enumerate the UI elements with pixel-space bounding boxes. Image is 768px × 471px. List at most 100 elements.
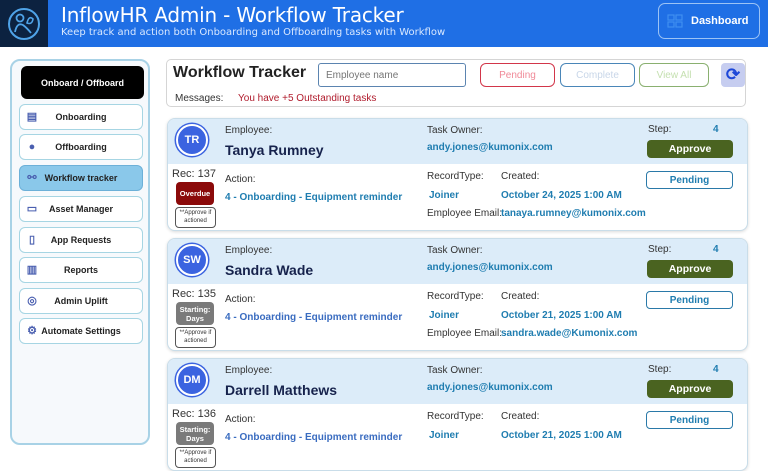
step-value: 4 xyxy=(713,124,719,135)
pending-status-button[interactable]: Pending xyxy=(646,171,733,189)
status-badge: Starting: Days xyxy=(176,422,214,445)
messages-text: You have +5 Outstanding tasks xyxy=(238,93,377,104)
filter-view-all-button[interactable]: View All xyxy=(639,63,709,87)
report-icon: ▥ xyxy=(26,264,38,276)
refresh-icon: ⟳ xyxy=(725,65,741,84)
pending-status-button[interactable]: Pending xyxy=(646,291,733,309)
sidebar-item-label: App Requests xyxy=(50,235,112,245)
sidebar-item-onboarding[interactable]: ▤ Onboarding xyxy=(19,104,143,130)
sidebar-item-admin-uplift[interactable]: ◎ Admin Uplift xyxy=(19,288,143,314)
action-link[interactable]: 4 - Onboarding - Equipment reminder xyxy=(225,192,402,203)
filter-complete-button[interactable]: Complete xyxy=(560,63,635,87)
workflow-icon: ⚯ xyxy=(27,172,37,184)
step-label: Step: xyxy=(648,124,672,135)
task-owner-email[interactable]: andy.jones@kumonix.com xyxy=(427,382,553,393)
employee-name: Tanya Rumney xyxy=(225,142,324,158)
employee-search-input[interactable] xyxy=(318,63,466,87)
inflowhr-logo-icon xyxy=(8,7,40,40)
sidebar-item-label: Onboarding xyxy=(55,112,107,122)
devices-icon: ▭ xyxy=(26,203,38,215)
toolbar: Workflow Tracker Pending Complete View A… xyxy=(166,59,746,107)
created-label: Created: xyxy=(501,411,540,422)
record-type-label: RecordType: xyxy=(427,411,484,422)
employee-email-value[interactable]: sandra.wade@Kumonix.com xyxy=(501,328,637,339)
approve-button[interactable]: Approve xyxy=(647,260,733,278)
sidebar-item-reports[interactable]: ▥ Reports xyxy=(19,257,143,283)
approve-note: **Approve if actioned xyxy=(175,327,216,348)
refresh-button[interactable]: ⟳ xyxy=(721,63,745,87)
task-owner-email[interactable]: andy.jones@kumonix.com xyxy=(427,142,553,153)
sidebar-item-label: Admin Uplift xyxy=(54,296,108,306)
status-badge: Overdue xyxy=(176,182,214,205)
messages-label: Messages: xyxy=(175,93,224,104)
record-type-value: Joiner xyxy=(429,190,460,201)
app-icon: ▯ xyxy=(28,234,36,246)
app-header: InflowHR Admin - Workflow Tracker Keep t… xyxy=(0,0,768,47)
dashboard-label: Dashboard xyxy=(691,15,749,27)
gear-icon: ⚙ xyxy=(27,325,37,337)
admin-icon: ◎ xyxy=(27,295,37,307)
workflow-card: DM Employee: Darrell Matthews Task Owner… xyxy=(167,358,748,471)
approve-note: **Approve if actioned xyxy=(175,207,216,228)
sidebar-item-label: Workflow tracker xyxy=(44,173,118,183)
sidebar: Onboard / Offboard ▤ Onboarding ● Offboard… xyxy=(10,59,150,445)
created-label: Created: xyxy=(501,171,540,182)
task-owner-label: Task Owner: xyxy=(427,365,483,376)
action-label: Action: xyxy=(225,294,256,305)
user-remove-icon: ● xyxy=(28,141,36,153)
sidebar-item-label: Offboarding xyxy=(55,142,107,152)
employee-label: Employee: xyxy=(225,365,273,376)
created-value: October 21, 2025 1:00 AM xyxy=(501,310,622,321)
status-badge: Starting: Days xyxy=(176,302,214,325)
sidebar-item-asset-manager[interactable]: ▭ Asset Manager xyxy=(19,196,143,222)
record-number: Rec: 135 xyxy=(172,288,217,300)
action-link[interactable]: 4 - Onboarding - Equipment reminder xyxy=(225,432,402,443)
sidebar-item-app-requests[interactable]: ▯ App Requests xyxy=(19,227,143,253)
created-value: October 24, 2025 1:00 AM xyxy=(501,190,622,201)
workflow-card: TR Employee: Tanya Rumney Task Owner: an… xyxy=(167,118,748,231)
page-title: Workflow Tracker xyxy=(173,64,307,81)
step-value: 4 xyxy=(713,244,719,255)
employee-label: Employee: xyxy=(225,245,273,256)
dashboard-button[interactable]: Dashboard xyxy=(658,3,760,39)
created-value: October 21, 2025 1:00 AM xyxy=(501,430,622,441)
sidebar-item-label: Asset Manager xyxy=(48,204,114,214)
action-link[interactable]: 4 - Onboarding - Equipment reminder xyxy=(225,312,402,323)
step-value: 4 xyxy=(713,364,719,375)
app-subtitle: Keep track and action both Onboarding an… xyxy=(61,27,446,38)
step-label: Step: xyxy=(648,244,672,255)
employee-email-label: Employee Email: xyxy=(427,328,503,339)
sidebar-item-workflow-tracker[interactable]: ⚯ Workflow tracker xyxy=(19,165,143,191)
record-type-label: RecordType: xyxy=(427,291,484,302)
employee-label: Employee: xyxy=(225,125,273,136)
workflow-card: SW Employee: Sandra Wade Task Owner: and… xyxy=(167,238,748,351)
app-title: InflowHR Admin - Workflow Tracker xyxy=(61,3,404,27)
task-owner-email[interactable]: andy.jones@kumonix.com xyxy=(427,262,553,273)
employee-name: Sandra Wade xyxy=(225,262,314,278)
created-label: Created: xyxy=(501,291,540,302)
sidebar-item-label: Automate Settings xyxy=(41,326,121,336)
pending-status-button[interactable]: Pending xyxy=(646,411,733,429)
avatar: TR xyxy=(176,124,208,156)
employee-email-value[interactable]: tanaya.rumney@kumonix.com xyxy=(501,208,646,219)
record-type-value: Joiner xyxy=(429,430,460,441)
action-label: Action: xyxy=(225,414,256,425)
clipboard-icon: ▤ xyxy=(26,111,38,123)
avatar: SW xyxy=(176,244,208,276)
record-type-label: RecordType: xyxy=(427,171,484,182)
task-owner-label: Task Owner: xyxy=(427,125,483,136)
sidebar-item-automate-settings[interactable]: ⚙ Automate Settings xyxy=(19,318,143,344)
dashboard-icon xyxy=(667,14,683,28)
approve-button[interactable]: Approve xyxy=(647,140,733,158)
employee-email-label: Employee Email: xyxy=(427,208,503,219)
approve-button[interactable]: Approve xyxy=(647,380,733,398)
avatar: DM xyxy=(176,364,208,396)
record-number: Rec: 137 xyxy=(172,168,217,180)
employee-name: Darrell Matthews xyxy=(225,382,338,398)
task-owner-label: Task Owner: xyxy=(427,245,483,256)
sidebar-heading[interactable]: Onboard / Offboard xyxy=(21,66,144,99)
filter-pending-button[interactable]: Pending xyxy=(480,63,555,87)
sidebar-item-label: Reports xyxy=(63,265,98,275)
sidebar-item-offboarding[interactable]: ● Offboarding xyxy=(19,134,143,160)
logo xyxy=(0,0,48,47)
